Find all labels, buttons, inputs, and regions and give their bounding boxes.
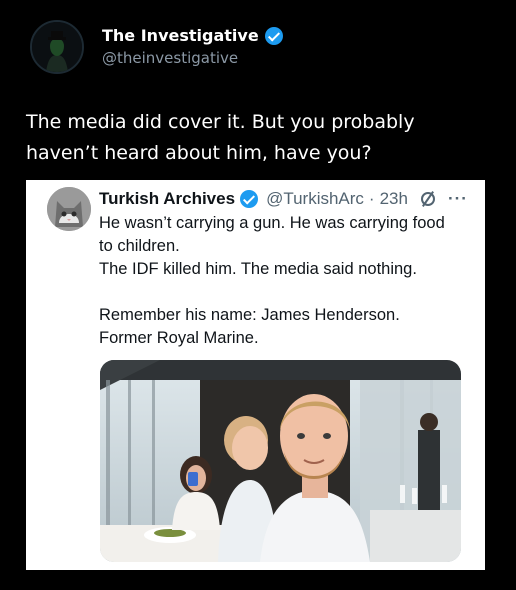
- author-avatar[interactable]: [30, 20, 84, 74]
- quoted-tweet-card[interactable]: Turkish Archives @TurkishArc · 23h ··· H…: [26, 180, 485, 570]
- quoted-display-name[interactable]: Turkish Archives: [99, 189, 235, 209]
- post-text-line: haven’t heard about him, have you?: [26, 142, 372, 164]
- header-separator: ·: [368, 189, 375, 208]
- more-options-icon[interactable]: ···: [448, 189, 468, 209]
- verified-badge-icon: [240, 190, 259, 208]
- quoted-text-line: He wasn’t carrying a gun. He was carryin…: [99, 214, 445, 232]
- verified-badge-icon: [264, 26, 283, 45]
- post-text-line: The media did cover it. But you probably: [26, 111, 415, 133]
- no-symbol-icon: [420, 192, 435, 206]
- quoted-header: Turkish Archives @TurkishArc · 23h ···: [99, 189, 468, 209]
- quoted-text-line: Remember his name: James Henderson.: [99, 306, 400, 324]
- quoted-text: He wasn’t carrying a gun. He was carryin…: [99, 212, 474, 350]
- quoted-author-avatar[interactable]: [47, 187, 91, 231]
- quoted-text-line: to children.: [99, 237, 180, 255]
- quoted-photo[interactable]: [100, 360, 461, 562]
- author-name[interactable]: The Investigative: [102, 26, 283, 45]
- avatar-figure-icon: [32, 22, 82, 72]
- restaurant-photo-image: [100, 360, 461, 562]
- cat-avatar-icon: [47, 187, 91, 231]
- quoted-timestamp[interactable]: 23h: [380, 189, 408, 209]
- quoted-text-blank-line: [99, 281, 474, 304]
- quoted-handle[interactable]: @TurkishArc: [266, 189, 364, 209]
- quoted-text-line: Former Royal Marine.: [99, 329, 259, 347]
- post-text: The media did cover it. But you probably…: [26, 107, 496, 169]
- quoted-text-line: The IDF killed him. The media said nothi…: [99, 260, 417, 278]
- author-display-name: The Investigative: [102, 26, 259, 45]
- author-handle[interactable]: @theinvestigative: [102, 49, 238, 67]
